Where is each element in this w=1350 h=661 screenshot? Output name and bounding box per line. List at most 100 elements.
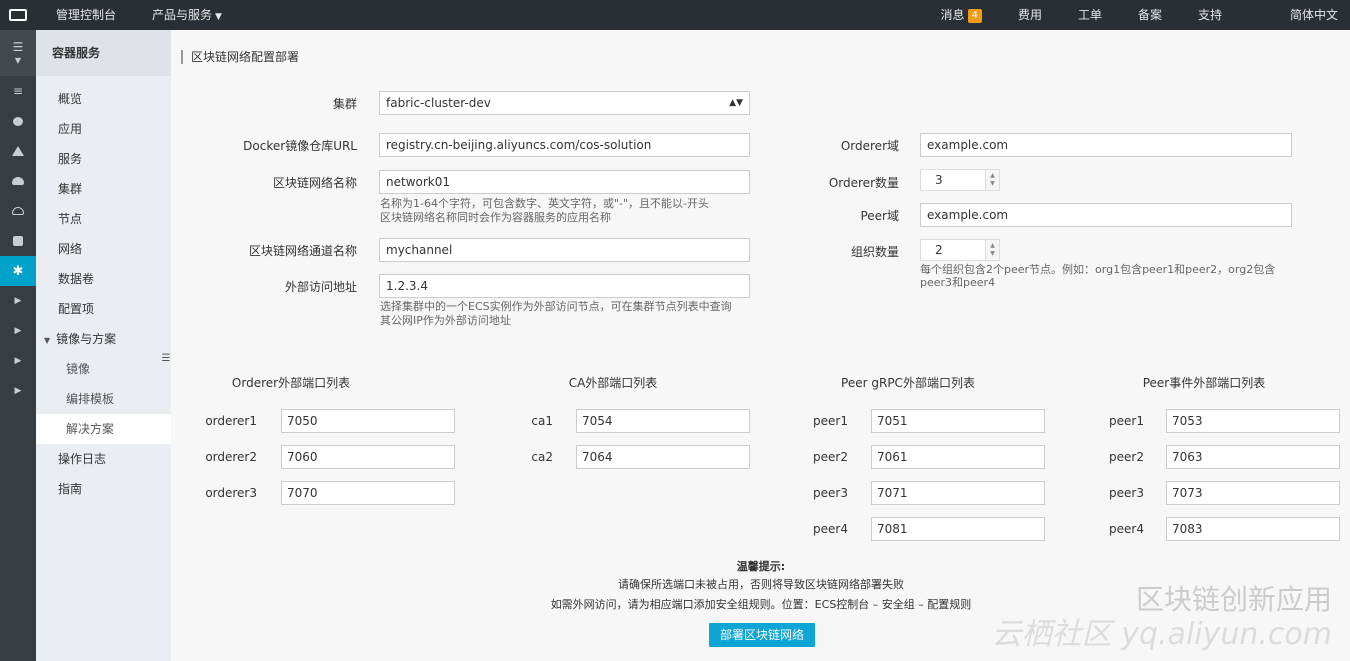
language-link[interactable]: 简体中文 — [1240, 0, 1350, 30]
messages-label: 消息 — [940, 8, 965, 22]
port-input[interactable]: 7063 — [1166, 445, 1340, 469]
sidebar-item-networks[interactable]: 网络 — [36, 234, 171, 264]
rail-item-network[interactable] — [0, 136, 36, 166]
caret-down-icon: ▼ — [215, 12, 222, 22]
network-icon — [12, 146, 24, 156]
rail-item-expand-2[interactable]: ▶ — [0, 316, 36, 346]
menu-icon: ☰ — [12, 40, 24, 54]
port-input[interactable]: 7050 — [281, 409, 455, 433]
sidebar-item-templates[interactable]: 编排模板 — [36, 384, 171, 414]
messages-link[interactable]: 消息 4 — [923, 0, 1000, 30]
caret-down-icon: ▼ — [14, 56, 22, 65]
registry-url-input[interactable]: registry.cn-beijing.aliyuncs.com/cos-sol… — [379, 133, 750, 157]
port-input[interactable]: 7060 — [281, 445, 455, 469]
port-input[interactable]: 7053 — [1166, 409, 1340, 433]
orderer-count-label: Orderer数量 — [828, 176, 899, 190]
cloud-icon — [12, 177, 24, 185]
rail-item-cloud[interactable] — [0, 166, 36, 196]
rail-item-expand-4[interactable]: ▶ — [0, 376, 36, 406]
ca-ports-heading: CA外部端口列表 — [568, 376, 658, 390]
rail-item-cloud-outline[interactable] — [0, 196, 36, 226]
products-menu[interactable]: 产品与服务 ▼ — [134, 0, 240, 30]
port-input[interactable]: 7064 — [576, 445, 750, 469]
console-link[interactable]: 管理控制台 — [36, 0, 134, 30]
stepper-arrows-icon[interactable]: ▲ ▼ — [985, 170, 999, 190]
channel-name-input[interactable]: mychannel — [379, 238, 750, 262]
support-link[interactable]: 支持 — [1180, 0, 1240, 30]
collapse-icon: ☰ — [161, 352, 171, 364]
org-count-label: 组织数量 — [850, 245, 899, 259]
page-title: 区块链网络配置部署 — [181, 50, 299, 64]
select-arrows-icon: ▲▼ — [729, 98, 743, 108]
chevron-right-icon: ▶ — [14, 326, 22, 336]
port-label: ca2 — [531, 450, 553, 464]
cluster-label: 集群 — [332, 97, 357, 111]
orderer-ports-heading: Orderer外部端口列表 — [231, 376, 351, 390]
rail-item-container[interactable]: ✱ — [0, 256, 36, 286]
network-name-input[interactable]: network01 — [379, 170, 750, 194]
port-input[interactable]: 7070 — [281, 481, 455, 505]
sidebar-item-overview[interactable]: 概览 — [36, 84, 171, 114]
port-input[interactable]: 7061 — [871, 445, 1045, 469]
tips-line-2: 如需外网访问，请为相应端口添加安全组规则。位置：ECS控制台 – 安全组 – 配… — [550, 598, 972, 611]
watermark-line-2: 云栖社区 yq.aliyun.com — [991, 617, 1332, 652]
aliyun-logo-icon[interactable] — [0, 0, 36, 30]
tickets-link[interactable]: 工单 — [1060, 0, 1120, 30]
chevron-right-icon: ▶ — [14, 386, 22, 396]
external-address-input[interactable]: 1.2.3.4 — [379, 274, 750, 298]
port-input[interactable]: 7071 — [871, 481, 1045, 505]
port-input[interactable]: 7083 — [1166, 517, 1340, 541]
port-input[interactable]: 7054 — [576, 409, 750, 433]
icp-link[interactable]: 备案 — [1120, 0, 1180, 30]
port-input[interactable]: 7051 — [871, 409, 1045, 433]
box-icon — [13, 236, 23, 246]
orderer-domain-label: Orderer域 — [840, 139, 899, 153]
rail-item-list[interactable]: ≡ — [0, 76, 36, 106]
billing-link[interactable]: 费用 — [1000, 0, 1060, 30]
external-address-help-1: 选择集群中的一个ECS实例作为外部访问节点，可在集群节点列表中查询 — [380, 300, 732, 313]
rail-menu-toggle[interactable]: ☰ ▼ — [0, 30, 36, 76]
sidebar-item-applications[interactable]: 应用 — [36, 114, 171, 144]
rail-item-expand-3[interactable]: ▶ — [0, 346, 36, 376]
cluster-select[interactable]: fabric-cluster-dev ▲▼ — [379, 91, 750, 115]
sidebar-item-nodes[interactable]: 节点 — [36, 204, 171, 234]
sidebar-group-images-solutions[interactable]: ▼ 镜像与方案 — [36, 324, 171, 354]
peer-domain-label: Peer域 — [860, 209, 899, 223]
deploy-network-button[interactable]: 部署区块链网络 — [709, 623, 815, 647]
watermark: 区块链创新应用 云栖社区 yq.aliyun.com — [992, 583, 1332, 653]
message-count-badge: 4 — [967, 9, 982, 23]
sidebar-item-images[interactable]: 镜像 — [36, 354, 171, 384]
sidebar-item-clusters[interactable]: 集群 — [36, 174, 171, 204]
rail-item-expand-1[interactable]: ▶ — [0, 286, 36, 316]
registry-label: Docker镜像仓库URL — [243, 139, 357, 153]
sidebar-item-guide[interactable]: 指南 — [36, 474, 171, 504]
sidebar-item-logs[interactable]: 操作日志 — [36, 444, 171, 474]
tips-line-1: 请确保所选端口未被占用，否则将导致区块链网络部署失败 — [618, 578, 904, 591]
network-name-help-1: 名称为1-64个字符，可包含数字、英文字符，或"-"，且不能以-开头 — [380, 197, 710, 210]
port-label: peer1 — [1109, 414, 1144, 428]
stepper-arrows-icon[interactable]: ▲ ▼ — [985, 240, 999, 260]
top-bar: 管理控制台 产品与服务 ▼ 消息 4 费用 工单 备案 支持 简体中文 — [0, 0, 1350, 30]
list-icon: ≡ — [12, 84, 24, 98]
sidebar-item-solutions[interactable]: 解决方案 — [36, 414, 171, 444]
network-name-label: 区块链网络名称 — [272, 176, 357, 190]
cloud-outline-icon — [12, 207, 24, 215]
port-input[interactable]: 7081 — [871, 517, 1045, 541]
rail-item-shield[interactable] — [0, 106, 36, 136]
peer-domain-input[interactable]: example.com — [920, 203, 1292, 227]
sidebar-item-services[interactable]: 服务 — [36, 144, 171, 174]
port-input[interactable]: 7073 — [1166, 481, 1340, 505]
orderer-domain-input[interactable]: example.com — [920, 133, 1292, 157]
orderer-count-stepper[interactable]: 3 ▲ ▼ — [920, 169, 1000, 191]
org-count-value: 2 — [935, 243, 943, 257]
org-count-help-1: 每个组织包含2个peer节点。例如：org1包含peer1和peer2，org2… — [920, 263, 1276, 276]
chevron-right-icon: ▶ — [14, 356, 22, 366]
network-name-help-2: 区块链网络名称同时会作为容器服务的应用名称 — [380, 211, 611, 224]
rail-item-box[interactable] — [0, 226, 36, 256]
sidebar-item-volumes[interactable]: 数据卷 — [36, 264, 171, 294]
sidebar-item-config[interactable]: 配置项 — [36, 294, 171, 324]
tips-title: 温馨提示: — [736, 560, 786, 573]
org-count-stepper[interactable]: 2 ▲ ▼ — [920, 239, 1000, 261]
port-label: peer3 — [1109, 486, 1144, 500]
port-label: peer1 — [813, 414, 848, 428]
